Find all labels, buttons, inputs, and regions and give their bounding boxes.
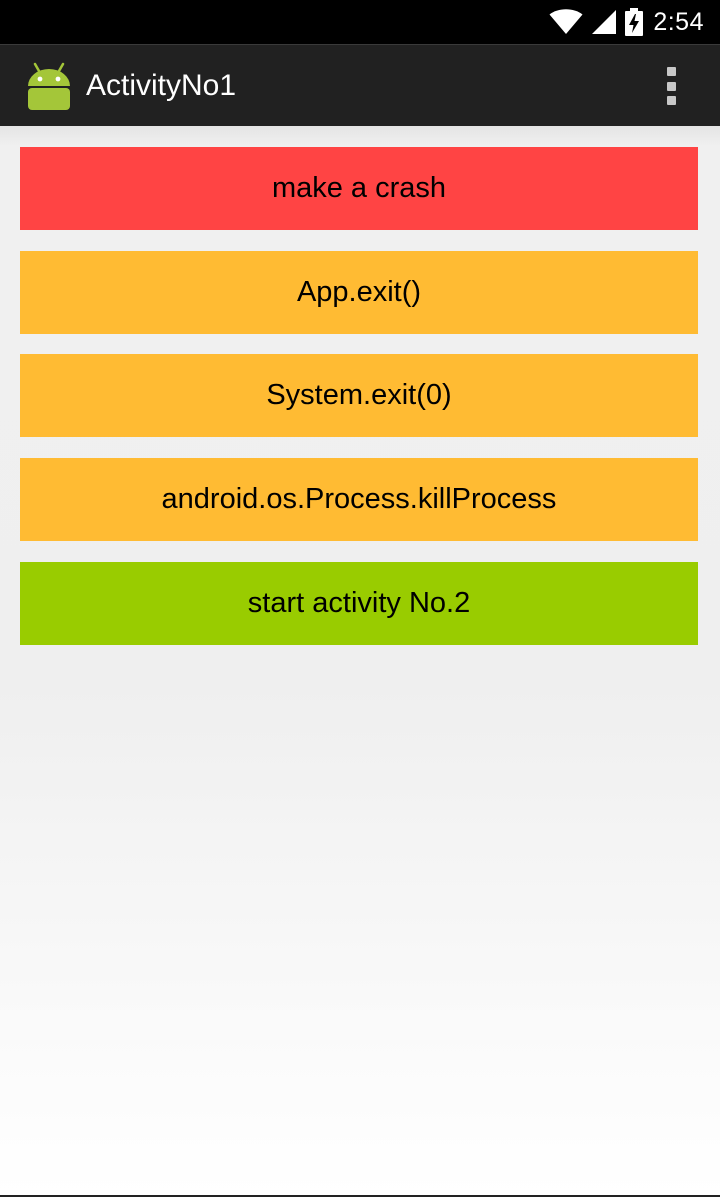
app-exit-button[interactable]: App.exit() — [20, 251, 698, 334]
wifi-icon — [549, 9, 583, 34]
android-robot-icon — [28, 62, 70, 110]
status-icons: 2:54 — [549, 0, 704, 44]
battery-charging-icon — [625, 8, 644, 36]
start-activity-2-button[interactable]: start activity No.2 — [20, 562, 698, 645]
main-content: make a crash App.exit() System.exit(0) a… — [0, 126, 720, 1197]
app-title: ActivityNo1 — [86, 69, 237, 102]
kill-process-button[interactable]: android.os.Process.killProcess — [20, 458, 698, 541]
status-bar: 2:54 — [0, 0, 720, 44]
menu-dot — [666, 67, 676, 76]
action-bar: ActivityNo1 — [0, 44, 720, 126]
overflow-menu-icon[interactable] — [656, 67, 686, 105]
system-exit-button[interactable]: System.exit(0) — [20, 354, 698, 437]
cell-signal-icon — [592, 10, 617, 34]
menu-dot — [666, 96, 676, 105]
make-crash-button[interactable]: make a crash — [20, 147, 698, 230]
menu-dot — [666, 81, 676, 91]
status-time: 2:54 — [653, 7, 704, 36]
